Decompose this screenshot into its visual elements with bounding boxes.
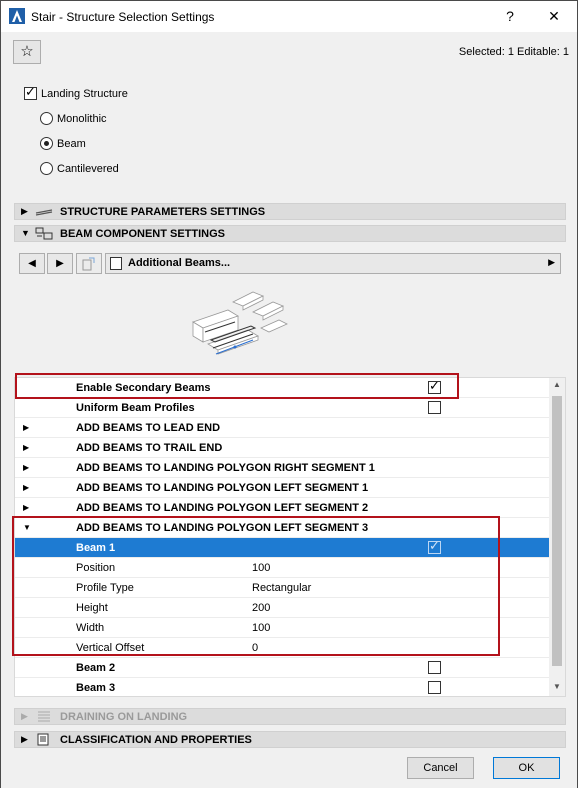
arrow-left-icon: ◀ [28,258,36,269]
expand-arrow-icon[interactable]: ▶ [23,503,29,512]
star-icon: ☆ [20,43,34,60]
monolithic-label: Monolithic [57,113,107,125]
favorites-button[interactable]: ☆ [13,40,41,64]
highlight-enable-secondary [15,373,459,399]
expand-arrow-icon: ▶ [21,734,28,744]
previous-button[interactable]: ◀ [19,253,45,274]
scroll-down-icon[interactable]: ▼ [552,682,562,694]
title-bar: Stair - Structure Selection Settings ? ✕ [1,1,577,32]
section-classification[interactable]: ▶ CLASSIFICATION AND PROPERTIES [14,731,566,748]
row-label: ADD BEAMS TO LANDING POLYGON RIGHT SEGME… [76,462,375,474]
row-label: ADD BEAMS TO TRAIL END [76,442,223,454]
row-label: Beam 2 [76,662,116,674]
beam-component-selector-label: Additional Beams... [128,257,231,269]
expand-arrow-icon[interactable]: ▶ [23,463,29,472]
collapse-arrow-icon: ▼ [21,228,30,238]
archicad-app-icon [9,8,25,24]
expand-arrow-icon: ▶ [21,206,28,216]
section-structure-parameters-label: STRUCTURE PARAMETERS SETTINGS [60,206,266,218]
section-classification-label: CLASSIFICATION AND PROPERTIES [60,734,252,746]
beam-preview-image [192,291,288,355]
cantilevered-radio[interactable] [40,162,53,175]
monolithic-radio[interactable] [40,112,53,125]
expand-arrow-icon: ▶ [21,711,28,721]
close-button[interactable]: ✕ [531,1,577,32]
row-label: ADD BEAMS TO LANDING POLYGON LEFT SEGMEN… [76,482,369,494]
cantilevered-label: Cantilevered [57,163,119,175]
selected-info: Selected: 1 Editable: 1 [458,46,569,58]
help-button[interactable]: ? [487,1,533,32]
row-checkbox[interactable] [428,681,441,694]
row-checkbox[interactable] [428,401,441,414]
beam-component-selector[interactable]: Additional Beams... ▶ [105,253,561,274]
row-label: Beam 3 [76,682,116,694]
structure-params-icon [35,209,53,216]
section-beam-component-label: BEAM COMPONENT SETTINGS [60,228,226,240]
classification-icon [37,733,49,746]
transfer-button[interactable] [76,253,102,274]
expand-arrow-icon[interactable]: ▶ [23,443,29,452]
list-row-beam-2[interactable]: Beam 2 [15,658,550,678]
beam-list-icon [110,257,122,270]
chevron-right-icon: ▶ [548,257,555,267]
next-button[interactable]: ▶ [47,253,73,274]
draining-icon [38,711,50,722]
row-label: ADD BEAMS TO LEAD END [76,422,221,434]
row-label: ADD BEAMS TO LANDING POLYGON LEFT SEGMEN… [76,502,369,514]
landing-structure-label: Landing Structure [41,88,128,100]
landing-structure-checkbox[interactable] [24,85,37,100]
group-row-add-beams-to-lead-end[interactable]: ▶ ADD BEAMS TO LEAD END [15,418,550,438]
group-row-add-beams-to-landing-polygon-left-segment-1[interactable]: ▶ ADD BEAMS TO LANDING POLYGON LEFT SEGME… [15,478,550,498]
row-label: Uniform Beam Profiles [76,402,195,414]
expand-arrow-icon[interactable]: ▶ [23,423,29,432]
window-title: Stair - Structure Selection Settings [31,10,215,24]
dialog-window: Stair - Structure Selection Settings ? ✕… [0,0,578,788]
group-row-add-beams-to-landing-polygon-right-segment-1[interactable]: ▶ ADD BEAMS TO LANDING POLYGON RIGHT SEGM… [15,458,550,478]
section-draining-label: DRAINING ON LANDING [60,711,188,723]
dialog-content: ☆ Selected: 1 Editable: 1 Landing Struct… [1,32,577,788]
list-row-uniform-beam-profiles[interactable]: Uniform Beam Profiles [15,398,550,418]
beam-component-icon [35,227,53,240]
section-draining-on-landing: ▶ DRAINING ON LANDING [14,708,566,725]
transfer-settings-icon [82,257,95,271]
list-scrollbar[interactable]: ▲ ▼ [549,378,565,696]
section-beam-component[interactable]: ▼ BEAM COMPONENT SETTINGS [14,225,566,242]
section-structure-parameters[interactable]: ▶ STRUCTURE PARAMETERS SETTINGS [14,203,566,220]
group-row-add-beams-to-landing-polygon-left-segment-2[interactable]: ▶ ADD BEAMS TO LANDING POLYGON LEFT SEGME… [15,498,550,518]
list-row-beam-3[interactable]: Beam 3 [15,678,550,696]
highlight-segment-3 [12,516,500,656]
cancel-button[interactable]: Cancel [407,757,474,779]
expand-arrow-icon[interactable]: ▶ [23,483,29,492]
beam-label: Beam [57,138,86,150]
scroll-up-icon[interactable]: ▲ [552,380,562,392]
beam-radio[interactable] [40,137,53,150]
row-checkbox[interactable] [428,661,441,674]
group-row-add-beams-to-trail-end[interactable]: ▶ ADD BEAMS TO TRAIL END [15,438,550,458]
arrow-right-icon: ▶ [56,258,64,269]
scrollbar-thumb[interactable] [552,396,562,666]
ok-button[interactable]: OK [493,757,560,779]
